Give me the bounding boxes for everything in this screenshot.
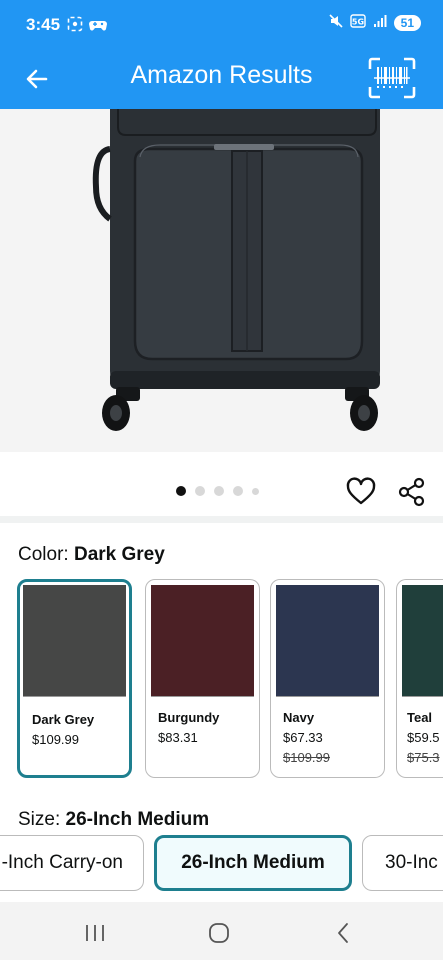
game-controller-icon — [89, 16, 107, 36]
swatch-color — [23, 585, 126, 697]
status-time: 3:45 — [26, 15, 61, 34]
swatch-color — [151, 585, 254, 697]
svg-text:5G: 5G — [352, 18, 364, 27]
carousel-dot[interactable] — [252, 487, 259, 495]
selected-size-value: 26-Inch Medium — [65, 809, 210, 830]
status-left-icons — [67, 16, 107, 36]
swatch-name: Dark Grey — [32, 712, 95, 727]
home-icon — [209, 923, 229, 943]
barcode-scan-button[interactable] — [367, 56, 417, 100]
color-swatch-navy[interactable]: Navy $67.33 $109.99 — [270, 579, 385, 778]
selected-color-value: Dark Grey — [73, 544, 165, 565]
status-right-icons: 5G 51 — [329, 14, 421, 31]
carousel-dot[interactable] — [195, 486, 205, 496]
size-option-30-inch[interactable]: 30-Inc — [362, 835, 443, 891]
size-label-text: Size: — [18, 809, 61, 830]
color-swatch-teal[interactable]: Teal $59.5 $75.3 — [396, 579, 443, 778]
swatch-original-price: $75.3 — [407, 750, 440, 765]
size-option-26-inch-medium[interactable]: 26-Inch Medium — [154, 835, 352, 891]
5g-icon: 5G — [349, 14, 366, 31]
carousel-dot[interactable] — [176, 486, 186, 496]
screenshot-icon — [67, 16, 83, 36]
recent-apps-button[interactable] — [75, 918, 115, 948]
product-image[interactable] — [0, 109, 443, 452]
section-divider — [0, 516, 443, 523]
home-button[interactable] — [199, 918, 239, 948]
swatch-price: $109.99 — [32, 732, 79, 747]
swatch-price: $59.5 — [407, 730, 440, 745]
size-option-label: 26-Inch Medium — [181, 852, 325, 873]
size-option-label: -Inch Carry-on — [1, 852, 123, 873]
battery-indicator: 51 — [393, 14, 421, 31]
app-bar: Amazon Results — [0, 52, 443, 109]
heart-icon — [346, 477, 376, 505]
size-option-carry-on[interactable]: -Inch Carry-on — [0, 835, 144, 891]
swatch-name: Teal — [407, 710, 433, 725]
suitcase-illustration — [0, 109, 443, 452]
swatch-price: $83.31 — [158, 730, 198, 745]
color-swatch-burgundy[interactable]: Burgundy $83.31 — [145, 579, 260, 778]
carousel-indicator[interactable] — [176, 486, 259, 496]
swatch-color — [402, 585, 443, 697]
share-button[interactable] — [396, 476, 428, 508]
share-icon — [398, 477, 425, 507]
swatch-price: $67.33 — [283, 730, 323, 745]
mute-icon — [329, 14, 343, 31]
carousel-dot[interactable] — [233, 486, 243, 496]
system-nav-bar — [0, 902, 443, 960]
color-label-text: Color: — [18, 544, 69, 565]
image-controls — [0, 452, 443, 520]
chevron-left-icon — [338, 923, 348, 943]
system-back-button[interactable] — [323, 918, 363, 948]
barcode-scan-icon — [368, 57, 416, 99]
color-label: Color: Dark Grey — [18, 544, 165, 566]
status-bar: 3:45 5G 51 — [0, 0, 443, 52]
swatch-name: Navy — [283, 710, 315, 725]
size-option-label: 30-Inc — [385, 852, 438, 873]
signal-icon — [373, 14, 387, 31]
swatch-original-price: $109.99 — [283, 750, 330, 765]
favorite-button[interactable] — [345, 476, 377, 508]
carousel-dot[interactable] — [214, 486, 224, 496]
swatch-name: Burgundy — [158, 710, 220, 725]
recent-apps-icon — [86, 925, 104, 941]
color-swatch-dark-grey[interactable]: Dark Grey $109.99 — [17, 579, 132, 778]
size-label: Size: 26-Inch Medium — [18, 809, 209, 831]
swatch-color — [276, 585, 379, 697]
